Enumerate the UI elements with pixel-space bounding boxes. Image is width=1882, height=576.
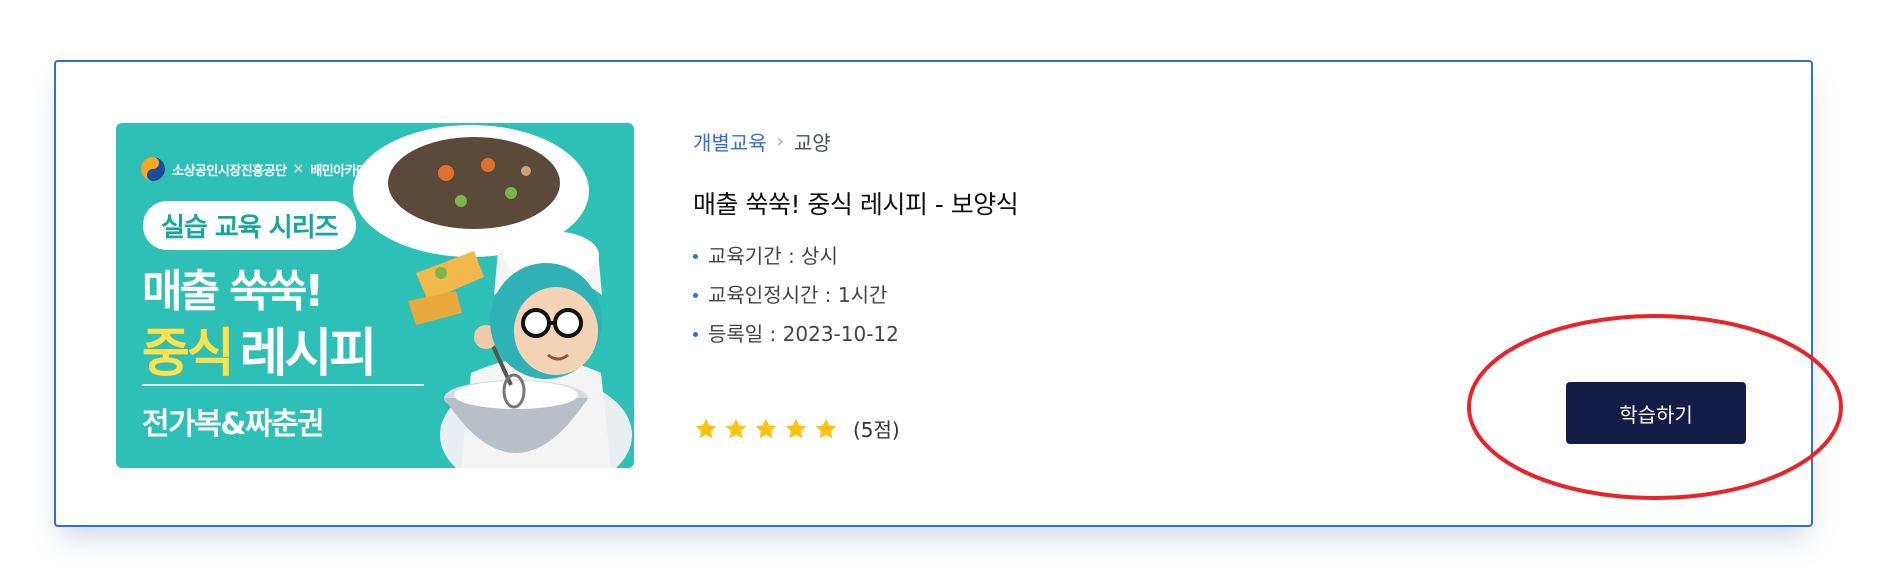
thumbnail-divider <box>142 384 424 386</box>
agency-logo-icon <box>141 157 165 181</box>
series-badge: 실습 교육 시리즈 <box>143 201 356 250</box>
academy-name: 배민아카데미 <box>310 163 380 179</box>
partner-logos: 소상공인시장진흥공단 × 배민아카데미 <box>140 156 380 182</box>
rating-score: (5점) <box>853 418 900 442</box>
thumbnail-author: 전가복&짜춘권 <box>142 407 325 442</box>
breadcrumb-category[interactable]: 개별교육 <box>693 127 767 156</box>
star-icon <box>785 418 807 438</box>
collab-x: × <box>292 161 305 177</box>
thumbnail-headline-1: 매출 쑥쑥! <box>142 266 324 317</box>
breadcrumb-subcategory: 교양 <box>793 131 831 155</box>
course-info-list: 교육기간 : 상시 교육인정시간 : 1시간 등록일 : 2023-10-12 <box>693 241 899 358</box>
thumbnail-headline-2: 중식 레시피 <box>142 311 378 386</box>
course-title[interactable]: 매출 쑥쑥! 중식 레시피 - 보양식 <box>693 185 1019 221</box>
info-registered-date: 등록일 : 2023-10-12 <box>693 319 899 358</box>
star-icon <box>755 418 777 438</box>
info-period: 교육기간 : 상시 <box>693 241 899 280</box>
thumbnail-highlight: 중식 <box>142 324 235 384</box>
rating: (5점) <box>693 414 900 443</box>
chevron-right-icon: › <box>776 131 784 152</box>
info-credit-hours: 교육인정시간 : 1시간 <box>693 280 899 319</box>
breadcrumb: 개별교육 › 교양 <box>693 127 831 156</box>
star-icon <box>815 418 837 438</box>
agency-name: 소상공인시장진흥공단 <box>172 163 287 179</box>
course-thumbnail[interactable]: 소상공인시장진흥공단 × 배민아카데미 실습 교육 시리즈 매출 쑥쑥! 중식 레… <box>116 123 634 468</box>
thumbnail-headline-2-rest: 레시피 <box>239 324 378 384</box>
star-icon <box>695 418 717 438</box>
study-button[interactable]: 학습하기 <box>1566 382 1746 444</box>
star-icon <box>725 418 747 438</box>
